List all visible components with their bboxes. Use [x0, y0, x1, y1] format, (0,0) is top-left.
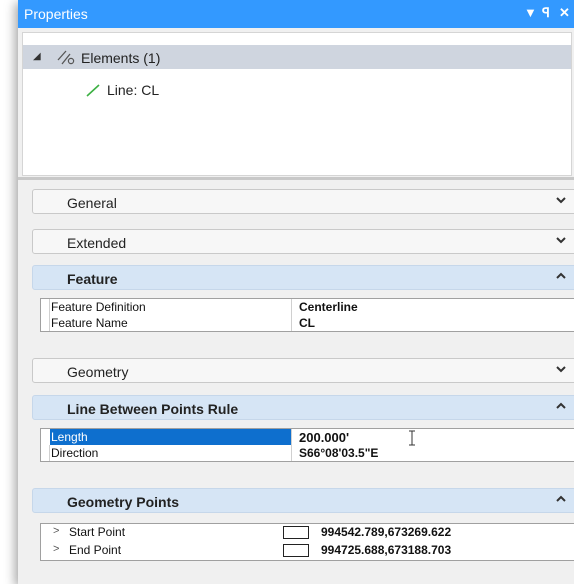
- length-value-field[interactable]: 200.000': [299, 430, 349, 445]
- point-swatch: [283, 544, 309, 557]
- line-icon: [86, 84, 100, 97]
- section-line-between-points-rule[interactable]: Line Between Points Rule: [32, 395, 574, 420]
- property-row[interactable]: > Start Point 994542.789,673269.622: [41, 524, 574, 542]
- chevron-down-icon: [556, 237, 566, 244]
- line-rule-grid: Length 200.000' Direction S66°08'03.5"E: [40, 428, 574, 462]
- collapse-expander-icon[interactable]: ◢: [33, 51, 41, 62]
- section-label: Geometry Points: [67, 494, 180, 510]
- panel-title: Properties: [24, 6, 88, 22]
- property-name: Feature Name: [51, 316, 128, 330]
- chevron-up-icon: [556, 495, 566, 502]
- geometry-points-grid: > Start Point 994542.789,673269.622 > En…: [40, 523, 574, 561]
- tree-label-elements: Elements (1): [81, 50, 161, 66]
- properties-panel: Properties ▼ ꟼ ✕ ◢ Elements (1) Line: CL…: [18, 0, 574, 584]
- property-value[interactable]: CL: [299, 316, 315, 330]
- section-label: Line Between Points Rule: [67, 401, 239, 417]
- chevron-up-icon: [556, 272, 566, 279]
- section-label: Geometry: [67, 364, 129, 380]
- feature-grid: Feature Definition Centerline Feature Na…: [40, 298, 574, 332]
- point-swatch: [283, 526, 309, 539]
- section-geometry[interactable]: Geometry: [32, 358, 574, 383]
- pin-icon[interactable]: ꟼ: [542, 5, 550, 21]
- elements-icon: [57, 50, 75, 65]
- section-label: General: [67, 195, 117, 211]
- property-row-selected[interactable]: Length 200.000': [41, 429, 574, 446]
- end-point-value[interactable]: 994725.688,673188.703: [321, 543, 451, 557]
- property-name: End Point: [69, 543, 122, 557]
- chevron-down-icon: [556, 366, 566, 373]
- property-row[interactable]: Feature Definition Centerline: [41, 299, 574, 315]
- chevron-down-icon: [556, 197, 566, 204]
- expand-chevron-icon[interactable]: >: [53, 543, 59, 555]
- section-label: Extended: [67, 235, 127, 251]
- property-name: Length: [51, 430, 88, 444]
- section-general[interactable]: General: [32, 189, 574, 214]
- property-row[interactable]: Feature Name CL: [41, 315, 574, 331]
- start-point-value[interactable]: 994542.789,673269.622: [321, 525, 451, 539]
- section-feature[interactable]: Feature: [32, 265, 574, 290]
- property-name: Start Point: [69, 525, 126, 539]
- expand-chevron-icon[interactable]: >: [53, 525, 59, 537]
- property-value[interactable]: S66°08'03.5"E: [299, 446, 378, 460]
- property-value[interactable]: Centerline: [299, 300, 358, 314]
- property-row[interactable]: Direction S66°08'03.5"E: [41, 445, 574, 461]
- property-name: Feature Definition: [51, 300, 146, 314]
- title-bar[interactable]: Properties ▼ ꟼ ✕: [18, 0, 574, 28]
- section-geometry-points[interactable]: Geometry Points: [32, 488, 574, 513]
- close-icon[interactable]: ✕: [559, 5, 570, 21]
- property-name: Direction: [51, 446, 99, 460]
- dropdown-icon[interactable]: ▼: [524, 5, 537, 20]
- chevron-up-icon: [556, 402, 566, 409]
- pane-splitter[interactable]: [18, 177, 574, 180]
- tree-item-line-cl[interactable]: Line: CL: [107, 82, 159, 98]
- section-label: Feature: [67, 271, 118, 287]
- section-extended[interactable]: Extended: [32, 229, 574, 254]
- selection-tree: ◢ Elements (1) Line: CL: [22, 32, 572, 176]
- property-row[interactable]: > End Point 994725.688,673188.703: [41, 542, 574, 560]
